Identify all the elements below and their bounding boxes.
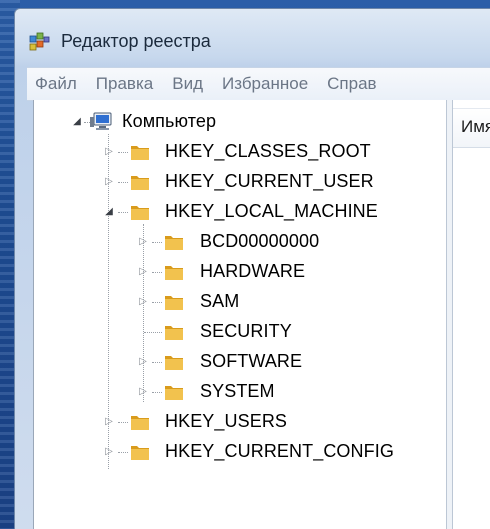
tree-node-label: HKEY_USERS (165, 411, 288, 431)
menu-help[interactable]: Справ (319, 74, 382, 94)
tree-node-security[interactable]: SECURITY (34, 318, 434, 346)
collapsed-arrow-icon[interactable]: ▷ (138, 237, 148, 247)
collapsed-arrow-icon[interactable]: ▷ (104, 447, 114, 457)
folder-icon (165, 326, 183, 340)
menu-favorites[interactable]: Избранное (214, 74, 314, 94)
computer-icon (90, 112, 112, 130)
tree-node-hkey-local-machine[interactable]: ◢ HKEY_LOCAL_MACHINE (34, 198, 434, 226)
tree-node-software[interactable]: ▷ SOFTWARE (34, 348, 434, 376)
collapsed-arrow-icon[interactable]: ▷ (104, 177, 114, 187)
title-bar[interactable]: Редактор реестра (15, 9, 490, 61)
menu-file[interactable]: Файл (27, 74, 83, 94)
collapsed-arrow-icon[interactable]: ▷ (138, 357, 148, 367)
folder-icon (165, 296, 183, 310)
tree-node-label: BCD00000000 (200, 231, 320, 251)
folder-icon (131, 206, 149, 220)
tree-node-label: HKEY_LOCAL_MACHINE (165, 201, 378, 221)
collapsed-arrow-icon[interactable]: ▷ (104, 147, 114, 157)
tree-node-label: Компьютер (122, 111, 217, 131)
tree-node-label: SYSTEM (200, 381, 275, 401)
tree-node-label: HKEY_CURRENT_USER (165, 171, 374, 191)
menu-bar: Файл Правка Вид Избранное Справ (27, 67, 490, 101)
folder-icon (165, 266, 183, 280)
menu-view[interactable]: Вид (164, 74, 209, 94)
column-header-name[interactable]: Имя (453, 108, 490, 148)
folder-icon (165, 386, 183, 400)
collapsed-arrow-icon[interactable]: ▷ (138, 267, 148, 277)
desktop-background: Редактор реестра Файл Правка Вид Избранн… (0, 0, 490, 529)
tree-node-label: SOFTWARE (200, 351, 303, 371)
tree-node-bcd00000000[interactable]: ▷ BCD00000000 (34, 228, 434, 256)
pane-splitter[interactable] (446, 100, 453, 529)
tree-node-label: HARDWARE (200, 261, 306, 281)
collapsed-arrow-icon[interactable]: ▷ (138, 297, 148, 307)
folder-icon (131, 446, 149, 460)
values-list-pane: Имя (453, 100, 490, 529)
folder-icon (131, 416, 149, 430)
client-area: ◢ Компьютер ▷ HKEY_CLASSES_ROOT ▷ HKEY_C… (33, 100, 490, 529)
tree-node-system[interactable]: ▷ SYSTEM (34, 378, 434, 406)
tree-node-label: HKEY_CLASSES_ROOT (165, 141, 371, 161)
tree-node-hkey-current-user[interactable]: ▷ HKEY_CURRENT_USER (34, 168, 434, 196)
tree-node-hkey-users[interactable]: ▷ HKEY_USERS (34, 408, 434, 436)
expanded-arrow-icon[interactable]: ◢ (72, 117, 82, 127)
tree-node-label: SAM (200, 291, 240, 311)
folder-icon (131, 176, 149, 190)
folder-icon (131, 146, 149, 160)
tree-node-label: HKEY_CURRENT_CONFIG (165, 441, 394, 461)
tree-node-sam[interactable]: ▷ SAM (34, 288, 434, 316)
tree-node-hkey-current-config[interactable]: ▷ HKEY_CURRENT_CONFIG (34, 438, 434, 466)
registry-editor-window: Редактор реестра Файл Правка Вид Избранн… (14, 8, 490, 529)
menu-edit[interactable]: Правка (88, 74, 159, 94)
collapsed-arrow-icon[interactable]: ▷ (104, 417, 114, 427)
folder-icon (165, 356, 183, 370)
tree-node-hkey-classes-root[interactable]: ▷ HKEY_CLASSES_ROOT (34, 138, 434, 166)
folder-icon (165, 236, 183, 250)
registry-tree: ◢ Компьютер ▷ HKEY_CLASSES_ROOT ▷ HKEY_C… (34, 100, 444, 529)
expanded-arrow-icon[interactable]: ◢ (104, 207, 114, 217)
tree-node-label: SECURITY (200, 321, 292, 341)
collapsed-arrow-icon[interactable]: ▷ (138, 387, 148, 397)
tree-node-computer[interactable]: ◢ Компьютер (34, 108, 294, 136)
tree-node-hardware[interactable]: ▷ HARDWARE (34, 258, 434, 286)
window-title: Редактор реестра (61, 31, 211, 51)
registry-editor-app-icon (29, 32, 50, 51)
